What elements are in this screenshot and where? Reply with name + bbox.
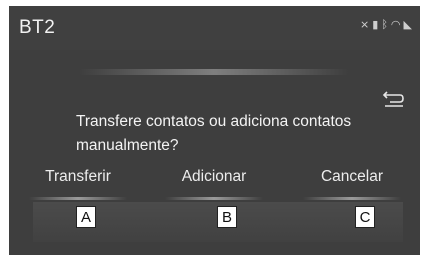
divider: [79, 69, 349, 75]
back-arrow-icon: [382, 91, 404, 107]
cancel-label: Cancelar: [320, 168, 384, 185]
callout-b: B: [217, 206, 237, 228]
back-button[interactable]: [380, 88, 408, 110]
status-icons: ⨯ ▮ ᛒ ◠ ◣: [360, 18, 412, 31]
callout-a: A: [76, 206, 96, 228]
wifi-icon: ◠: [390, 18, 401, 31]
button-glow: [303, 197, 401, 200]
add-label: Adicionar: [181, 168, 247, 185]
display-screen: BT2 ⨯ ▮ ᛒ ◠ ◣ Transfere contatos ou adic…: [9, 6, 420, 255]
signal-icon: ◣: [403, 18, 412, 31]
bluetooth-icon: ᛒ: [381, 18, 388, 31]
top-bar: BT2 ⨯ ▮ ᛒ ◠ ◣: [9, 6, 420, 50]
add-button[interactable]: Adicionar: [161, 168, 267, 202]
button-glow: [165, 197, 263, 200]
cancel-button[interactable]: Cancelar: [299, 168, 405, 202]
transfer-button[interactable]: Transferir: [25, 168, 131, 202]
mute-icon: ⨯: [360, 18, 370, 31]
battery-icon: ▮: [372, 18, 379, 31]
page-title: BT2: [19, 17, 56, 38]
dialog-message: Transfere contatos ou adiciona contatos …: [76, 113, 352, 154]
button-glow: [29, 197, 127, 200]
transfer-label: Transferir: [45, 168, 111, 185]
callout-c: C: [355, 206, 375, 228]
